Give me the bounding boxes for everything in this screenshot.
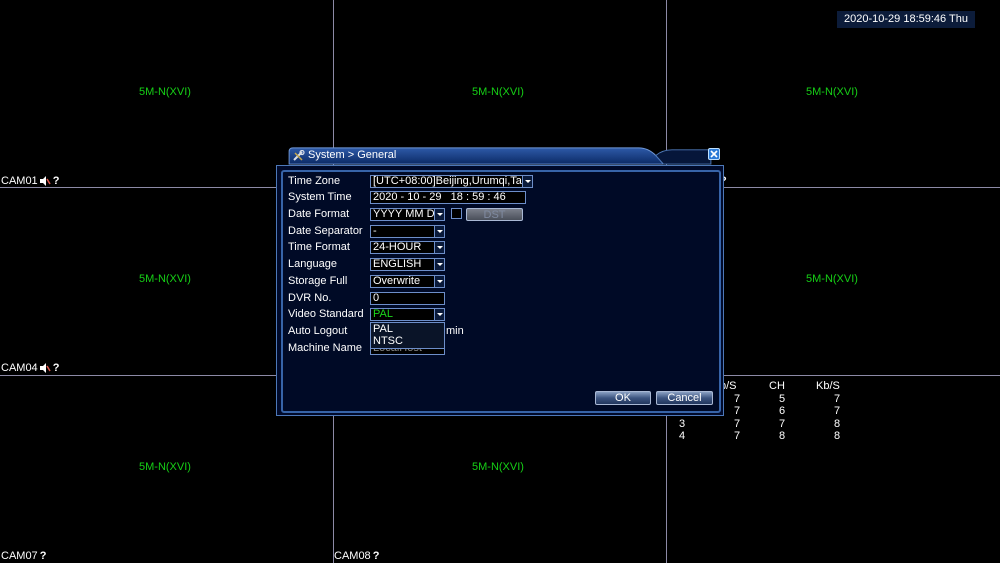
language-value: ENGLISH <box>373 258 422 270</box>
stats-cell: 4 <box>679 430 686 442</box>
video-standard-dropdown: PAL NTSC <box>370 322 445 349</box>
channel-mode-label: 5M-N(XVI) <box>806 273 858 285</box>
chevron-down-icon[interactable] <box>434 276 444 287</box>
dst-checkbox[interactable] <box>451 208 462 219</box>
channel-mode-label: 5M-N(XVI) <box>139 461 191 473</box>
unknown-status-icon: ? <box>39 550 47 562</box>
time-format-select[interactable]: 24-HOUR <box>370 241 445 254</box>
stats-cell: 8 <box>834 418 841 430</box>
channel-mode-label: 5M-N(XVI) <box>472 461 524 473</box>
stats-cell: 8 <box>834 430 841 442</box>
dst-button[interactable]: DST <box>466 208 523 221</box>
time-format-label: Time Format <box>288 241 350 253</box>
camera-name: CAM08 <box>334 550 371 562</box>
dialog-panel <box>281 170 721 413</box>
cancel-button[interactable]: Cancel <box>656 391 713 405</box>
chevron-down-icon[interactable] <box>434 259 444 270</box>
time-zone-label: Time Zone <box>288 175 341 187</box>
stats-cell: 6 <box>779 405 786 417</box>
stats-header: CH <box>769 380 785 392</box>
camera-label: CAM04 ? <box>1 362 59 374</box>
storage-full-value: Overwrite <box>373 275 421 287</box>
chevron-down-icon[interactable] <box>522 176 532 187</box>
chevron-down-icon[interactable] <box>434 226 444 237</box>
close-button[interactable] <box>708 148 720 160</box>
dialog-title: System > General <box>308 149 397 161</box>
system-clock: 2020-10-29 18:59:46 Thu <box>837 11 975 28</box>
video-standard-select[interactable]: PAL <box>370 308 445 321</box>
stats-cell: 5 <box>779 393 786 405</box>
stats-cell: 7 <box>734 405 741 417</box>
system-time-field[interactable]: 2020 - 10 - 29 18 : 59 : 46 <box>370 191 526 204</box>
dropdown-option[interactable]: NTSC <box>371 335 444 347</box>
stats-header: Kb/S <box>816 380 840 392</box>
close-icon <box>710 150 718 158</box>
system-time-value[interactable]: 18 : 59 : 46 <box>451 192 506 203</box>
storage-full-select[interactable]: Overwrite <box>370 275 445 288</box>
stats-cell: 8 <box>779 430 786 442</box>
stats-cell: 7 <box>834 405 841 417</box>
dvr-no-input[interactable]: 0 <box>370 292 445 305</box>
channel-mode-label: 5M-N(XVI) <box>472 86 524 98</box>
stats-cell: 7 <box>734 430 741 442</box>
chevron-down-icon[interactable] <box>434 209 444 220</box>
auto-logout-label: Auto Logout <box>288 325 348 337</box>
camera-label: CAM07 ? <box>1 550 46 562</box>
unknown-status-icon: ? <box>52 362 60 374</box>
channel-mode-label: 5M-N(XVI) <box>139 86 191 98</box>
dvr-no-label: DVR No. <box>288 292 332 304</box>
date-separator-label: Date Separator <box>288 225 363 237</box>
time-format-value: 24-HOUR <box>373 241 422 253</box>
speaker-mute-icon <box>39 363 51 373</box>
camera-name: CAM01 <box>1 175 38 187</box>
system-time-label: System Time <box>288 191 352 203</box>
speaker-mute-icon <box>39 176 51 186</box>
channel-mode-label: 5M-N(XVI) <box>139 273 191 285</box>
channel-mode-label: 5M-N(XVI) <box>806 86 858 98</box>
language-label: Language <box>288 258 337 270</box>
time-zone-select[interactable]: [UTC+08:00]Beijing,Urumqi,Ta <box>370 175 533 188</box>
dropdown-option[interactable]: PAL <box>371 323 444 335</box>
time-zone-value: [UTC+08:00]Beijing,Urumqi,Ta <box>373 175 522 187</box>
date-separator-select[interactable]: - <box>370 225 445 238</box>
camera-name: CAM07 <box>1 550 38 562</box>
machine-name-label: Machine Name <box>288 342 362 354</box>
storage-full-label: Storage Full <box>288 275 348 287</box>
language-select[interactable]: ENGLISH <box>370 258 445 271</box>
auto-logout-unit: min <box>446 325 464 337</box>
camera-label: CAM01 ? <box>1 175 59 187</box>
date-format-label: Date Format <box>288 208 350 220</box>
date-separator-value: - <box>373 225 377 237</box>
camera-name: CAM04 <box>1 362 38 374</box>
date-format-select[interactable]: YYYY MM D <box>370 208 445 221</box>
camera-label: CAM08 ? <box>334 550 379 562</box>
tools-icon <box>293 150 305 161</box>
stats-cell: 7 <box>734 393 741 405</box>
stats-cell: 3 <box>679 418 686 430</box>
stats-cell: 7 <box>834 393 841 405</box>
unknown-status-icon: ? <box>52 175 60 187</box>
system-date-value[interactable]: 2020 - 10 - 29 <box>373 192 442 203</box>
stats-cell: 7 <box>779 418 786 430</box>
video-standard-value: PAL <box>373 308 393 320</box>
unknown-status-icon: ? <box>372 550 380 562</box>
ok-button[interactable]: OK <box>595 391 651 405</box>
chevron-down-icon[interactable] <box>434 242 444 253</box>
chevron-down-icon[interactable] <box>434 309 444 320</box>
date-format-value: YYYY MM D <box>373 208 435 220</box>
video-standard-label: Video Standard <box>288 308 364 320</box>
stats-cell: 7 <box>734 418 741 430</box>
